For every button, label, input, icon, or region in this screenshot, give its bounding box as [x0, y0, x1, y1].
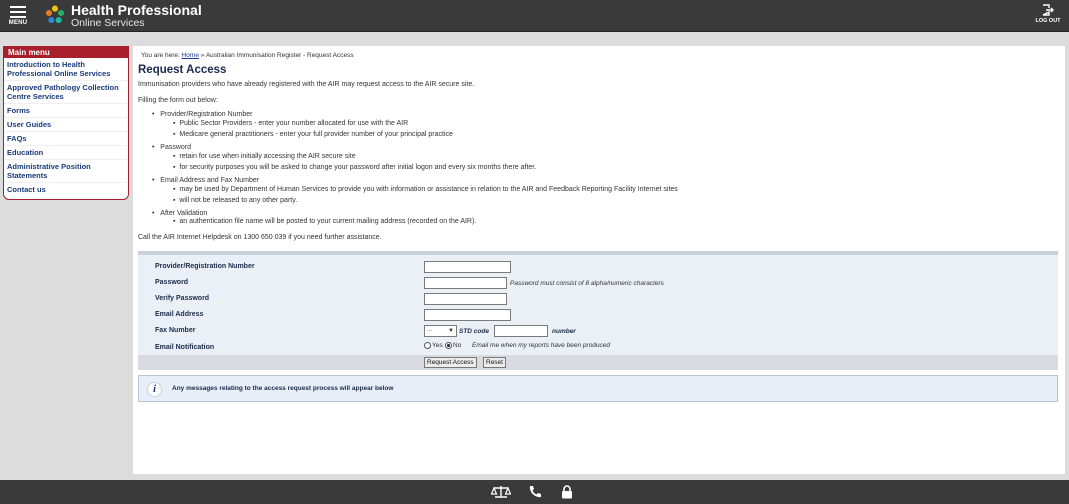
phone-icon[interactable]: [528, 485, 542, 499]
breadcrumb-separator: »: [200, 52, 205, 59]
notification-row: Email Notification Yes No Email me when …: [138, 340, 1058, 356]
section-point: ▪ for security purposes you will be aske…: [173, 164, 537, 171]
section-point: ▪ Public Sector Providers - enter your n…: [173, 120, 409, 127]
sidebar-item-contact-us[interactable]: Contact us: [4, 183, 128, 196]
hamburger-icon: [10, 6, 26, 18]
notify-no-radio[interactable]: [445, 342, 452, 349]
fax-label: Fax Number: [155, 327, 196, 334]
section-point: ▪ an authentication file name will be po…: [173, 218, 477, 225]
notify-hint: Email me when my reports have been produ…: [472, 342, 611, 349]
sidebar-item-forms[interactable]: Forms: [4, 104, 128, 118]
section-heading: • Email Address and Fax Number: [152, 177, 260, 184]
breadcrumb-current: Australian Immunisation Register - Reque…: [205, 52, 354, 59]
std-code-label: STD code: [459, 328, 489, 335]
fax-number-input[interactable]: [494, 325, 548, 337]
logout-button[interactable]: LOG OUT: [1035, 4, 1061, 24]
chevron-down-icon: ▼: [448, 328, 454, 334]
brand-title: Health Professional: [71, 2, 202, 18]
email-notification-label: Email Notification: [155, 344, 215, 351]
brand: Health Professional Online Services: [71, 3, 202, 29]
fax-prefix-value: ...: [427, 326, 433, 333]
menu-button[interactable]: MENU: [6, 4, 30, 28]
message-box: i Any messages relating to the access re…: [138, 375, 1058, 402]
section-heading: • Password: [152, 144, 192, 151]
breadcrumb-prefix: You are here:: [141, 52, 180, 59]
form-button-bar: Request Access Reset: [138, 355, 1058, 370]
provider-number-input[interactable]: [424, 261, 511, 273]
notify-yes-radio[interactable]: [424, 342, 431, 349]
provider-label: Provider/Registration Number: [155, 263, 255, 270]
fax-row: Fax Number ... ▼ STD code number: [138, 324, 1058, 340]
content-panel: You are here: Home » Australian Immunisa…: [133, 46, 1065, 474]
star-logo-icon: [45, 5, 65, 24]
sidebar-item-faqs[interactable]: FAQs: [4, 132, 128, 146]
message-text: Any messages relating to the access requ…: [172, 385, 394, 392]
reset-button[interactable]: Reset: [483, 357, 506, 368]
sidebar-item-position-statements[interactable]: Administrative Position Statements: [4, 160, 128, 183]
page-title: Request Access: [138, 64, 227, 76]
top-bar: MENU Health Professional Online Services…: [0, 0, 1069, 32]
fax-number-label: number: [552, 328, 576, 335]
notify-no-label: No: [453, 342, 462, 349]
brand-subtitle: Online Services: [71, 17, 145, 29]
request-access-form: Provider/Registration Number Password Pa…: [138, 251, 1058, 370]
email-row: Email Address: [138, 308, 1058, 324]
email-input[interactable]: [424, 309, 511, 321]
logout-icon: [1042, 4, 1054, 16]
verify-row: Verify Password: [138, 292, 1058, 308]
notify-yes-label: Yes: [432, 342, 443, 349]
sidebar-item-introduction[interactable]: Introduction to Health Professional Onli…: [4, 58, 128, 81]
section-heading: • Provider/Registration Number: [152, 111, 253, 118]
section-heading: • After Validation: [152, 210, 208, 217]
password-row: Password Password must consist of 8 alph…: [138, 276, 1058, 292]
section-point: ▪ retain for use when initially accessin…: [173, 153, 356, 160]
logout-label: LOG OUT: [1035, 18, 1061, 24]
section-point: ▪ may be used by Department of Human Ser…: [173, 186, 678, 193]
fax-prefix-select[interactable]: ... ▼: [424, 325, 457, 337]
lock-icon[interactable]: [561, 485, 573, 499]
password-label: Password: [155, 279, 189, 286]
request-access-button[interactable]: Request Access: [424, 357, 477, 368]
password-hint: Password must consist of 8 alpha/numeric…: [510, 280, 664, 287]
breadcrumb: You are here: Home » Australian Immunisa…: [141, 52, 354, 59]
provider-row: Provider/Registration Number: [138, 260, 1058, 276]
filling-text: Filling the form out below:: [138, 97, 218, 104]
section-point: ▪ Medicare general practitioners - enter…: [173, 131, 453, 138]
section-point: ▪ will not be released to any other part…: [173, 197, 298, 204]
email-label: Email Address: [155, 311, 204, 318]
sidebar-item-pathology[interactable]: Approved Pathology Collection Centre Ser…: [4, 81, 128, 104]
sidebar-item-education[interactable]: Education: [4, 146, 128, 160]
main-menu-title: Main menu: [4, 47, 128, 58]
info-icon: i: [147, 382, 162, 397]
main-menu: Main menu Introduction to Health Profess…: [3, 46, 129, 200]
menu-label: MENU: [8, 20, 28, 26]
verify-password-label: Verify Password: [155, 295, 210, 302]
sidebar-item-user-guides[interactable]: User Guides: [4, 118, 128, 132]
intro-text: Immunisation providers who have already …: [138, 81, 475, 88]
helpdesk-text: Call the AIR Internet Helpdesk on 1300 6…: [138, 234, 382, 241]
bottom-bar: [0, 480, 1069, 504]
scales-icon[interactable]: [491, 485, 511, 499]
password-input[interactable]: [424, 277, 507, 289]
breadcrumb-home-link[interactable]: Home: [182, 52, 199, 59]
verify-password-input[interactable]: [424, 293, 507, 305]
